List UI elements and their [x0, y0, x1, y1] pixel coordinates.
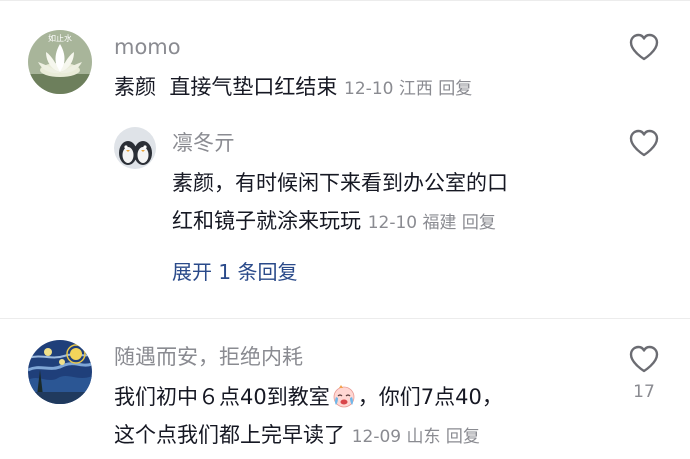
avatar[interactable]: 如止水	[28, 30, 92, 94]
like-button[interactable]	[627, 32, 661, 62]
comment-body-line2: 这个点我们都上完早读了 12-09 山东 回复	[114, 416, 614, 456]
comment-meta: 12-10 福建 回复	[368, 213, 496, 233]
username[interactable]: 凛冬亓	[172, 130, 235, 156]
comment-body-line2: 红和镜子就涂来玩玩 12-10 福建 回复	[172, 202, 602, 242]
comment-body: 这个点我们都上完早读了	[114, 423, 345, 447]
thread-divider	[0, 318, 690, 319]
comment-location: 江西	[398, 79, 433, 99]
reply-button[interactable]: 回复	[438, 79, 472, 99]
username[interactable]: 随遇而安，拒绝内耗	[114, 344, 303, 370]
username[interactable]: momo	[114, 34, 181, 60]
comment-text: 素颜，有时候闲下来看到办公室的口 红和镜子就涂来玩玩 12-10 福建 回复	[172, 164, 602, 242]
like-button[interactable]	[627, 128, 661, 158]
comment-body: 素颜 直接气垫口红结束	[114, 75, 338, 99]
top-divider	[0, 0, 690, 1]
heart-icon	[629, 345, 659, 373]
comment-text: 素颜 直接气垫口红结束 12-10 江西 回复	[114, 68, 472, 108]
starry-night-avatar-icon	[28, 340, 92, 404]
like-count: 17	[633, 382, 655, 402]
comment-location: 福建	[422, 213, 457, 233]
heart-icon	[629, 33, 659, 61]
lotus-flower-avatar-icon: 如止水	[28, 30, 92, 94]
comment-text: 我们初中６点40到教室 ，你们7点40， 这个点我们都上完早读了 12-09 山…	[114, 378, 614, 456]
reply-button[interactable]: 回复	[462, 213, 496, 233]
expand-replies-link[interactable]: 展开 1 条回复	[172, 256, 297, 285]
comment-date: 12-09	[351, 427, 402, 447]
comment-location: 山东	[406, 427, 441, 447]
comment-meta: 12-10 江西 回复	[344, 79, 472, 99]
crying-face-emoji-icon	[333, 385, 355, 408]
svg-text:如止水: 如止水	[48, 33, 72, 43]
penguin-avatar-icon	[114, 127, 156, 169]
comment-body: 红和镜子就涂来玩玩	[172, 209, 361, 233]
avatar[interactable]	[114, 127, 156, 169]
comment-body-line1: 我们初中６点40到教室 ，你们7点40，	[114, 378, 614, 416]
avatar[interactable]	[28, 340, 92, 404]
reply-button[interactable]: 回复	[446, 427, 480, 447]
comment-body-part2: ，你们7点40，	[357, 385, 503, 409]
comment-body-line1: 素颜，有时候闲下来看到办公室的口	[172, 171, 508, 195]
comment-meta: 12-09 山东 回复	[352, 427, 480, 447]
like-button[interactable]: 17	[627, 344, 661, 402]
comment-date: 12-10	[344, 79, 394, 99]
comment-date: 12-10	[367, 213, 418, 233]
comment-body-part1: 我们初中６点40到教室	[114, 385, 330, 409]
heart-icon	[629, 129, 659, 157]
